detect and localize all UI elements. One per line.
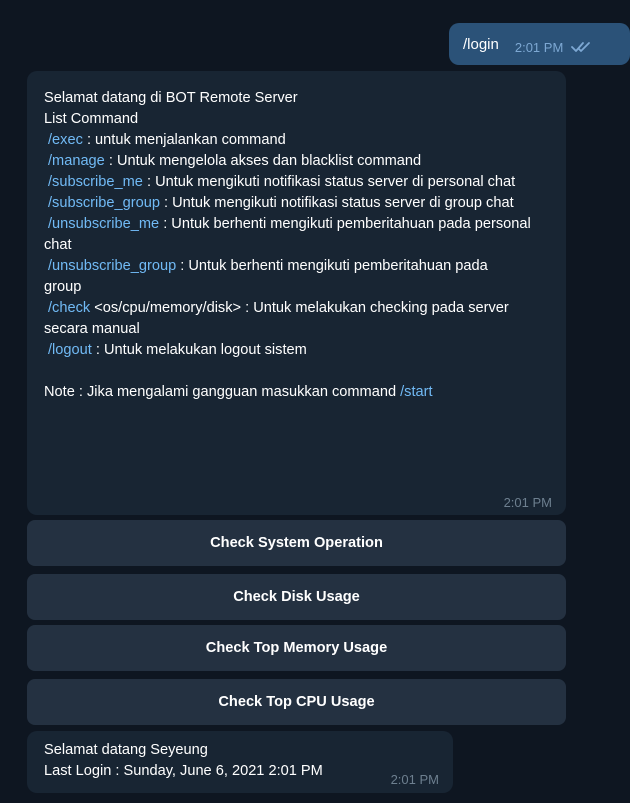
command-row: /subscribe_me : Untuk mengikuti notifika… [44, 172, 544, 193]
message-time: 2:01 PM [390, 772, 439, 787]
command-description: : Untuk mengelola akses dan blacklist co… [104, 153, 422, 169]
command-description: : Untuk melakukan logout sistem [91, 342, 307, 358]
message-body: Selamat datang Seyeung Last Login : Sund… [44, 740, 323, 782]
command-link-manage[interactable]: /manage [48, 153, 105, 169]
command-row: /unsubscribe_me : Untuk berhenti mengiku… [44, 214, 544, 256]
command-row: /logout : Untuk melakukan logout sistem [44, 340, 554, 361]
command-row: /subscribe_group : Untuk mengikuti notif… [44, 193, 549, 214]
command-link-subscribe-me[interactable]: /subscribe_me [48, 174, 143, 190]
list-title: List Command [44, 111, 139, 127]
command-link-unsubscribe-group[interactable]: /unsubscribe_group [48, 258, 176, 274]
login-greeting: Selamat datang Seyeung [44, 742, 208, 758]
note-text: Note : Jika mengalami gangguan masukkan … [44, 384, 401, 400]
command-description: : Untuk mengikuti notifikasi status serv… [142, 174, 516, 190]
message-body: Selamat datang di BOT Remote Server List… [44, 88, 554, 403]
command-description: <os/cpu/memory/disk> : Untuk melakukan c… [44, 300, 509, 337]
outgoing-message-time: 2:01 PM [514, 39, 564, 55]
command-link-check[interactable]: /check [48, 300, 90, 316]
double-check-icon [571, 42, 591, 52]
command-link-unsubscribe-me[interactable]: /unsubscribe_me [48, 216, 159, 232]
check-top-memory-usage-button[interactable]: Check Top Memory Usage [27, 625, 566, 671]
note-row: Note : Jika mengalami gangguan masukkan … [44, 382, 554, 403]
bot-welcome-message[interactable]: Selamat datang di BOT Remote Server List… [27, 71, 566, 515]
command-row: /exec : untuk menjalankan command [44, 130, 554, 151]
outgoing-message-bubble[interactable]: /login 2:01 PM [449, 23, 630, 65]
bot-login-message[interactable]: Selamat datang Seyeung Last Login : Sund… [27, 731, 453, 793]
command-description: : Untuk mengikuti notifikasi status serv… [159, 195, 514, 211]
check-disk-usage-button[interactable]: Check Disk Usage [27, 574, 566, 620]
check-system-operation-button[interactable]: Check System Operation [27, 520, 566, 566]
command-link-subscribe-group[interactable]: /subscribe_group [48, 195, 160, 211]
command-description: : untuk menjalankan command [82, 132, 286, 148]
command-link-start[interactable]: /start [400, 384, 432, 400]
greeting-text: Selamat datang di BOT Remote Server [44, 90, 298, 106]
command-row: /manage : Untuk mengelola akses dan blac… [44, 151, 554, 172]
command-link-exec[interactable]: /exec [48, 132, 83, 148]
message-time: 2:01 PM [503, 495, 552, 510]
last-login-text: Last Login : Sunday, June 6, 2021 2:01 P… [44, 763, 323, 779]
command-row: /check <os/cpu/memory/disk> : Untuk mela… [44, 298, 544, 340]
outgoing-message-text: /login [463, 35, 499, 53]
command-row: /unsubscribe_group : Untuk berhenti meng… [44, 256, 514, 298]
chat-window: /login 2:01 PM Selamat datang di BOT Rem… [0, 0, 630, 803]
command-link-logout[interactable]: /logout [48, 342, 92, 358]
check-top-cpu-usage-button[interactable]: Check Top CPU Usage [27, 679, 566, 725]
chat-history: /login 2:01 PM Selamat datang di BOT Rem… [17, 8, 630, 803]
